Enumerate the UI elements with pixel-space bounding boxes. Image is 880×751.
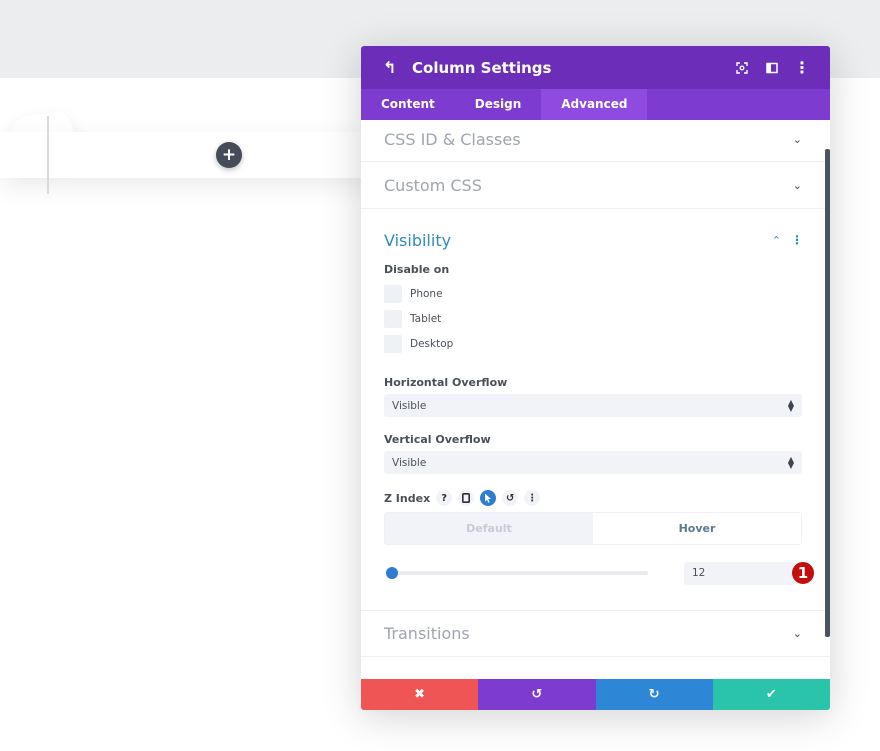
section-visibility[interactable]: Visibility ⌃ ⋮ [361, 209, 830, 271]
section-title: Transitions [384, 624, 470, 643]
help-icon[interactable]: ? [436, 490, 453, 506]
more-options-icon[interactable]: ⋮ [794, 58, 810, 77]
tablet-checkbox[interactable] [384, 309, 402, 328]
chevron-down-icon: ⌄ [792, 178, 802, 192]
split-view-icon[interactable] [764, 60, 780, 76]
tab-design[interactable]: Design [455, 89, 542, 120]
visibility-content: Disable on Phone Tablet Desktop Horizont… [361, 263, 830, 586]
redo-icon: ↻ [648, 687, 660, 702]
disable-on-label: Disable on [384, 263, 450, 276]
section-title: Custom CSS [384, 175, 482, 195]
more-icon[interactable]: ⋮ [524, 490, 541, 506]
redo-button[interactable]: ↻ [595, 679, 713, 710]
tab-hover-state[interactable]: Hover [593, 513, 801, 544]
checkbox-label: Tablet [410, 312, 442, 325]
tab-advanced[interactable]: Advanced [541, 89, 648, 120]
z-index-input[interactable]: 12 [684, 561, 796, 585]
z-index-control: 12 1 [384, 560, 815, 586]
responsive-icon[interactable] [458, 490, 475, 506]
horizontal-overflow-select[interactable]: Visible ▲ ▼ [384, 394, 802, 417]
select-value: Visible [392, 456, 427, 469]
vertical-overflow-label: Vertical Overflow [384, 433, 491, 446]
input-value: 12 [692, 567, 706, 579]
section-transitions[interactable]: Transitions ⌄ [361, 610, 830, 657]
horizontal-overflow-label: Horizontal Overflow [384, 376, 508, 389]
checkbox-label: Phone [410, 287, 443, 300]
page-row [0, 132, 380, 178]
scrollbar[interactable] [825, 149, 830, 637]
save-button[interactable]: ✔ [712, 679, 830, 710]
section-title: Visibility [384, 230, 452, 250]
select-arrows-icon: ▲ ▼ [787, 454, 794, 470]
undo-button[interactable]: ↺ [478, 679, 596, 710]
section-custom-css[interactable]: Custom CSS ⌄ [361, 162, 830, 209]
focus-mode-icon[interactable] [734, 60, 750, 76]
column-divider [47, 116, 49, 194]
desktop-checkbox[interactable] [384, 334, 402, 353]
column-settings-modal: ↰ Column Settings ⋮ Content Design Advan… [361, 46, 830, 710]
chevron-down-icon: ⌄ [792, 627, 802, 640]
vertical-overflow-select[interactable]: Visible ▲ ▼ [384, 451, 802, 474]
reset-icon[interactable]: ↺ [502, 490, 519, 506]
device-option-tablet[interactable]: Tablet [384, 306, 802, 331]
add-module-button[interactable]: + [216, 142, 242, 168]
back-icon[interactable]: ↰ [383, 58, 403, 77]
modal-header: ↰ Column Settings ⋮ [361, 46, 830, 89]
tab-content[interactable]: Content [361, 89, 455, 120]
builder-canvas: + ↰ Column Settings ⋮ Content Design Adv… [0, 0, 880, 751]
undo-icon: ↺ [531, 687, 543, 702]
device-option-phone[interactable]: Phone [384, 281, 802, 306]
checkbox-label: Desktop [410, 337, 454, 350]
select-arrows-icon: ▲ ▼ [787, 397, 794, 413]
device-option-desktop[interactable]: Desktop [384, 331, 802, 356]
chevron-up-icon: ⌃ [771, 233, 781, 247]
phone-checkbox[interactable] [384, 284, 402, 303]
select-value: Visible [392, 399, 427, 412]
state-tabs: Default Hover [384, 512, 802, 545]
slider-thumb[interactable] [386, 567, 398, 579]
modal-footer: ✖ ↺ ↻ ✔ [361, 679, 830, 710]
checkmark-icon: ✔ [765, 687, 777, 702]
plus-icon: + [221, 145, 237, 165]
close-icon: ✖ [414, 687, 426, 702]
z-index-label: Z Index [384, 491, 431, 505]
settings-body: CSS ID & Classes ⌄ Custom CSS ⌄ Visibili… [361, 120, 830, 679]
section-title: CSS ID & Classes [384, 130, 521, 149]
hover-state-icon[interactable] [480, 490, 497, 506]
tab-default-state[interactable]: Default [385, 513, 593, 544]
chevron-down-icon: ⌄ [792, 133, 802, 146]
section-css-id-classes[interactable]: CSS ID & Classes ⌄ [361, 120, 830, 162]
section-more-icon[interactable]: ⋮ [791, 233, 803, 247]
settings-tabs: Content Design Advanced [361, 89, 830, 120]
cancel-button[interactable]: ✖ [361, 679, 479, 710]
modal-title: Column Settings [412, 58, 552, 77]
step-badge: 1 [791, 561, 815, 585]
z-index-slider[interactable] [386, 567, 648, 579]
z-index-header: Z Index ? ↺ ⋮ [384, 487, 802, 509]
